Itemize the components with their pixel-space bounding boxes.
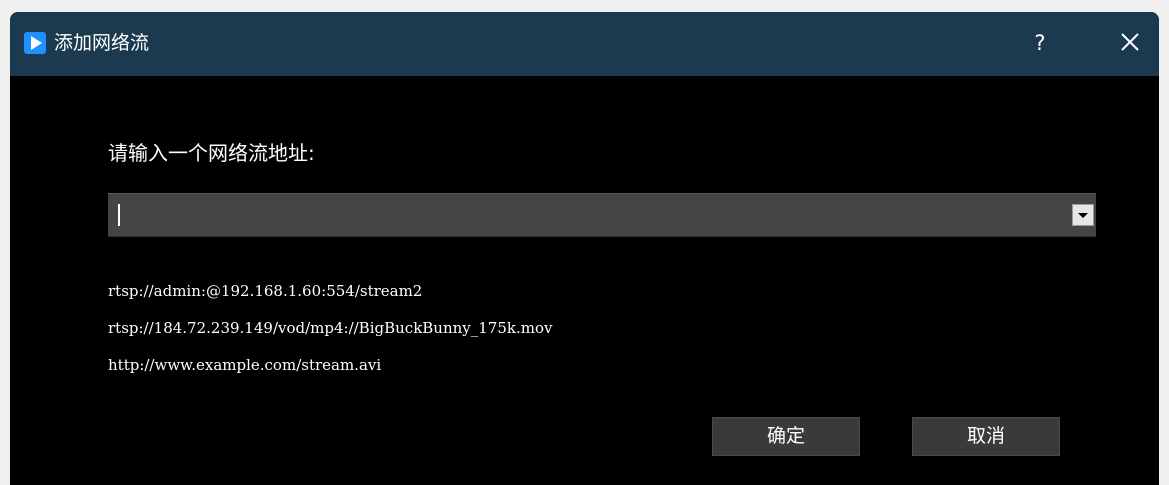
help-button[interactable]: ? <box>1025 26 1055 60</box>
play-icon <box>24 32 46 54</box>
dropdown-button[interactable] <box>1072 204 1094 226</box>
url-input[interactable] <box>114 194 1052 236</box>
url-prompt-label: 请输入一个网络流地址: <box>108 141 315 165</box>
dialog-title: 添加网络流 <box>54 32 150 54</box>
cancel-button[interactable]: 取消 <box>912 417 1060 456</box>
close-icon <box>1121 33 1139 51</box>
close-button[interactable] <box>1110 26 1150 60</box>
url-combobox[interactable] <box>108 193 1096 237</box>
chevron-down-icon <box>1078 213 1088 218</box>
example-urls-list: rtsp://admin:@192.168.1.60:554/stream2 r… <box>108 280 552 391</box>
example-url: http://www.example.com/stream.avi <box>108 356 382 374</box>
example-url: rtsp://184.72.239.149/vod/mp4://BigBuckB… <box>108 319 553 337</box>
add-network-stream-dialog: 添加网络流 ? 请输入一个网络流地址: rtsp://admin:@192.16… <box>10 12 1159 485</box>
example-url: rtsp://admin:@192.168.1.60:554/stream2 <box>108 282 423 300</box>
title-bar[interactable]: 添加网络流 ? <box>10 12 1159 76</box>
ok-button[interactable]: 确定 <box>712 417 860 456</box>
